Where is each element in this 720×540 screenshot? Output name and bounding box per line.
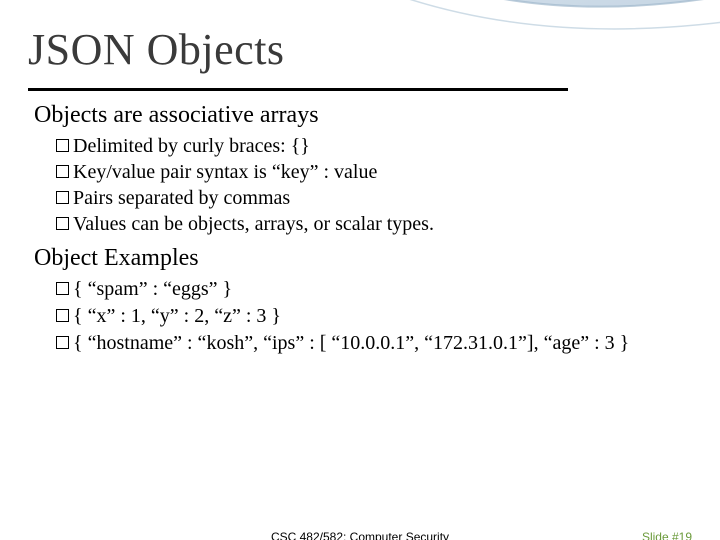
bullet-item: Values can be objects, arrays, or scalar… [56,211,690,237]
slide-body: Objects are associative arrays Delimited… [34,102,690,357]
slide-title: JSON Objects [28,24,285,75]
square-bullet-icon [56,191,69,204]
title-underline [28,88,568,91]
bullet-list-2: { “spam” : “eggs” } { “x” : 1, “y” : 2, … [56,276,690,357]
square-bullet-icon [56,336,69,349]
bullet-item: { “hostname” : “kosh”, “ips” : [ “10.0.0… [56,330,690,357]
bullet-item: Delimited by curly braces: {} [56,133,690,159]
section-heading-2: Object Examples [34,245,690,272]
bullet-item: { “spam” : “eggs” } [56,276,690,303]
square-bullet-icon [56,282,69,295]
square-bullet-icon [56,139,69,152]
square-bullet-icon [56,309,69,322]
bullet-list-1: Delimited by curly braces: {} Key/value … [56,133,690,237]
square-bullet-icon [56,165,69,178]
bullet-item: Key/value pair syntax is “key” : value [56,159,690,185]
bullet-item: Pairs separated by commas [56,185,690,211]
square-bullet-icon [56,217,69,230]
bullet-item: { “x” : 1, “y” : 2, “z” : 3 } [56,303,690,330]
section-heading-1: Objects are associative arrays [34,102,690,129]
footer-course: CSC 482/582: Computer Security [0,530,720,540]
footer-slide-number: Slide #19 [642,530,692,540]
